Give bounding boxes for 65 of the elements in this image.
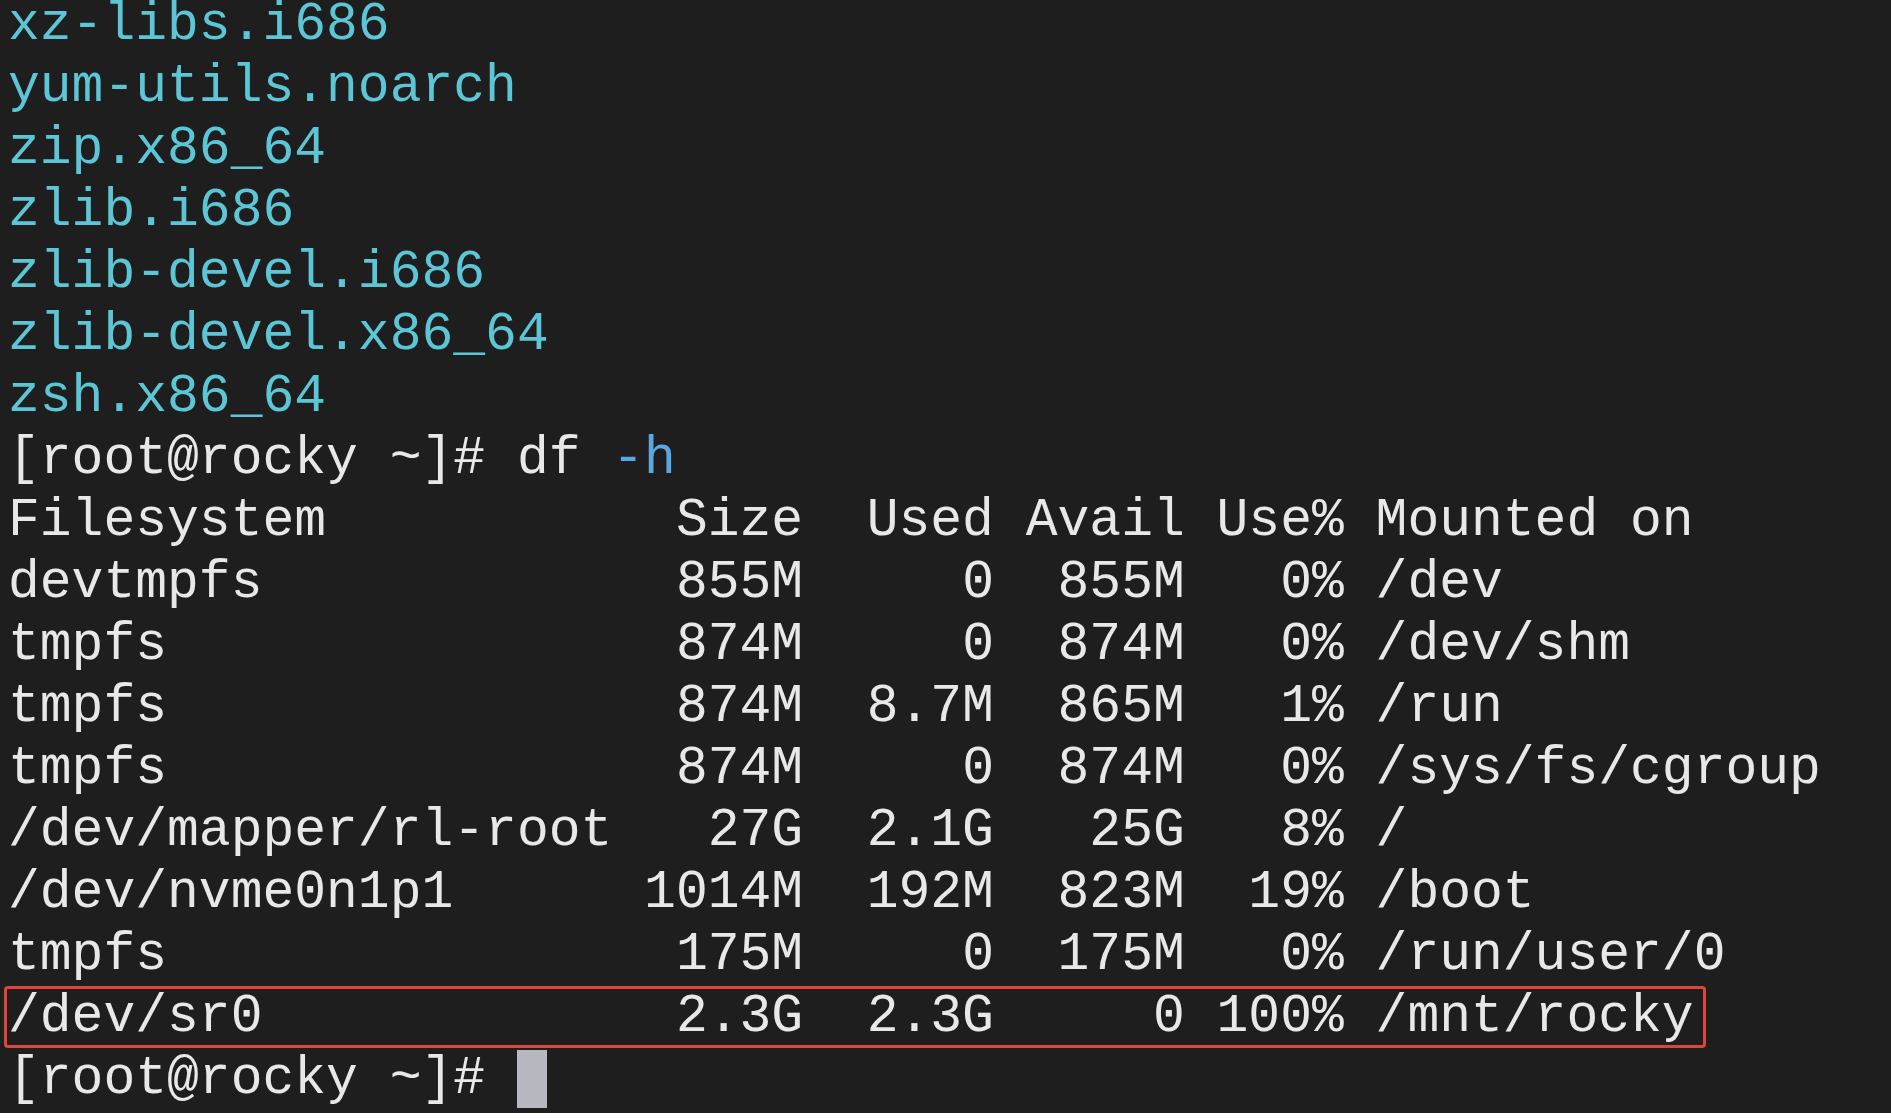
terminal-line: zsh.x86_64 — [8, 366, 327, 428]
table-cell-text: 874M — [1056, 614, 1185, 676]
table-cell-text: /dev/nvme0n1p1 — [8, 862, 455, 924]
column-header: Use% — [1215, 490, 1344, 552]
table-cell-text: 0% — [1279, 924, 1344, 986]
table-cell-text: tmpfs — [8, 738, 169, 800]
terminal-line: zlib-devel.x86_64 — [8, 304, 549, 366]
table-cell-text: 19% — [1247, 862, 1344, 924]
table-cell-text: 874M — [674, 738, 804, 800]
table-cell-text: 874M — [674, 614, 804, 676]
column-header: Mounted on — [1374, 490, 1694, 552]
shell-prompt: [root@rocky ~]# — [8, 428, 486, 490]
table-cell-text: 0 — [961, 924, 994, 986]
table-cell-text: 27G — [706, 800, 804, 862]
shell-prompt: [root@rocky ~]# — [8, 1048, 486, 1110]
table-cell-text: 0 — [961, 614, 994, 676]
table-cell-text: 855M — [1056, 552, 1185, 614]
table-cell-text: devtmpfs — [8, 552, 264, 614]
table-cell-text: tmpfs — [8, 676, 169, 738]
table-cell-text: 874M — [674, 676, 804, 738]
table-cell-text: 8.7M — [865, 676, 994, 738]
terminal-line: zlib.i686 — [8, 180, 295, 242]
table-cell-text: /dev/shm — [1374, 614, 1631, 676]
column-header: Size — [674, 490, 804, 552]
table-cell-text: 0 — [961, 552, 994, 614]
command-text: df — [516, 428, 581, 490]
table-cell-text: 855M — [674, 552, 804, 614]
table-cell-text: 874M — [1056, 738, 1185, 800]
table-cell-text: 175M — [674, 924, 804, 986]
table-cell-text: 1% — [1279, 676, 1344, 738]
column-header: Used — [865, 490, 994, 552]
table-cell-text: 2.1G — [865, 800, 994, 862]
terminal-line: zip.x86_64 — [8, 118, 327, 180]
table-cell-text: 0% — [1279, 552, 1344, 614]
command-argument: -h — [612, 428, 676, 490]
table-cell-text: /mnt/rocky — [1374, 986, 1694, 1048]
table-cell-text: tmpfs — [8, 614, 169, 676]
table-cell-text: /dev/mapper/rl-root — [8, 800, 614, 862]
column-header: Avail — [1024, 490, 1185, 552]
table-cell-text: tmpfs — [8, 924, 169, 986]
table-cell-text: /run/user/0 — [1374, 924, 1726, 986]
table-cell-text: /sys/fs/cgroup — [1374, 738, 1821, 800]
table-cell-text: 2.3G — [865, 986, 994, 1048]
table-cell-text: 0 — [1151, 986, 1185, 1048]
table-cell: 1014M — [644, 862, 804, 924]
table-cell-text: /dev/sr0 — [8, 986, 264, 1048]
table-cell-text: 0 — [961, 738, 994, 800]
table-cell-text: 2.3G — [674, 986, 804, 1048]
table-cell-text: 192M — [865, 862, 994, 924]
table-cell-text: 8% — [1279, 800, 1344, 862]
table-cell-text: 0% — [1279, 738, 1344, 800]
table-cell-text: / — [1374, 800, 1408, 862]
table-cell-text: /boot — [1374, 862, 1535, 924]
terminal-line: xz-libs.i686 — [8, 0, 390, 56]
terminal-line: yum-utils.noarch — [8, 56, 517, 118]
table-cell-text: 175M — [1056, 924, 1185, 986]
table-cell-text: 25G — [1088, 800, 1185, 862]
column-header: Filesystem — [8, 490, 328, 552]
terminal-line: zlib-devel.i686 — [8, 242, 486, 304]
table-cell-text: 100% — [1215, 986, 1344, 1048]
table-cell-text: /dev — [1374, 552, 1503, 614]
table-cell-text: 0% — [1279, 614, 1344, 676]
table-cell-text: 823M — [1056, 862, 1185, 924]
table-cell-text: 865M — [1056, 676, 1185, 738]
table-cell-text: /run — [1374, 676, 1503, 738]
